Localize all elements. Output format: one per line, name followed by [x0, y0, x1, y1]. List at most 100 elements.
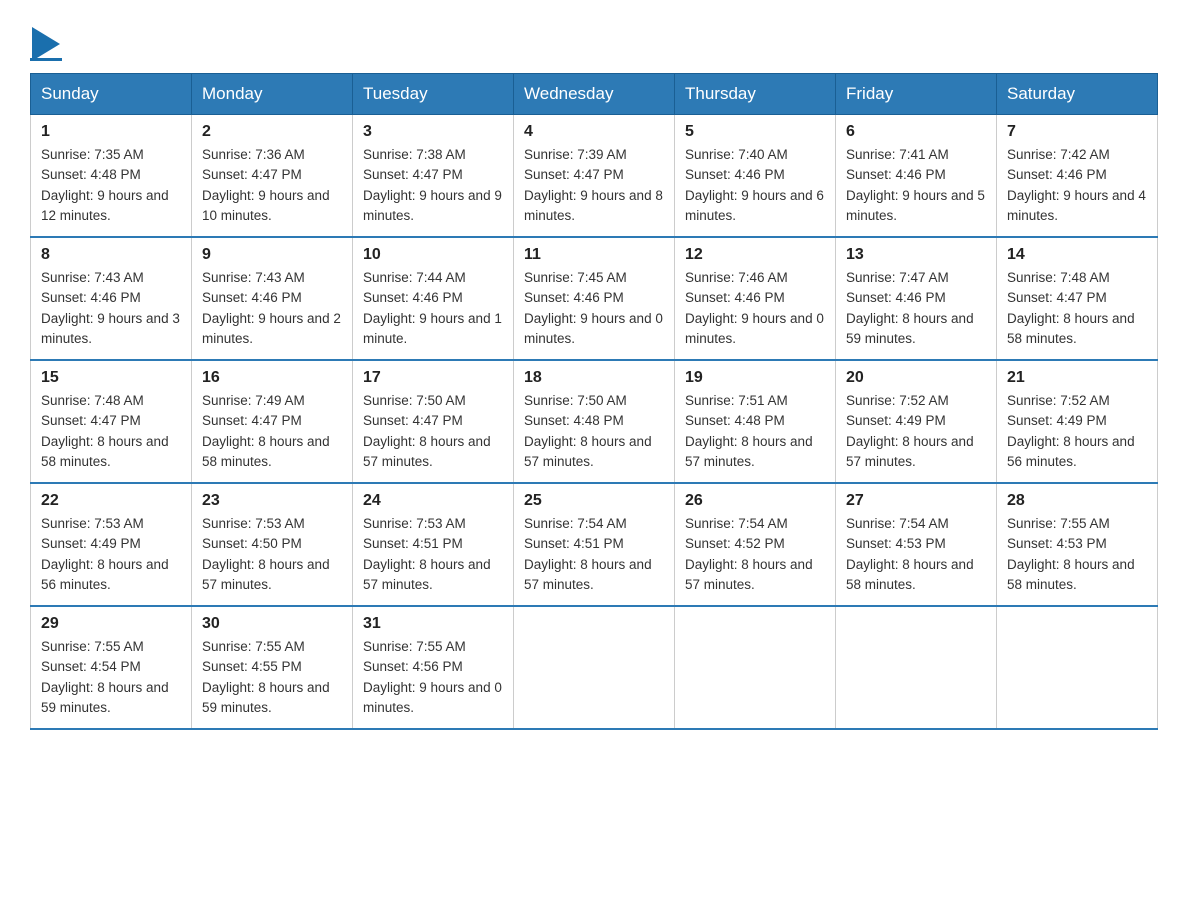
- calendar-cell: 28 Sunrise: 7:55 AMSunset: 4:53 PMDayligh…: [997, 483, 1158, 606]
- day-info: Sunrise: 7:39 AMSunset: 4:47 PMDaylight:…: [524, 145, 664, 226]
- day-number: 10: [363, 246, 503, 264]
- day-number: 7: [1007, 123, 1147, 141]
- logo-triangle-icon: [32, 27, 62, 61]
- calendar-cell: 12 Sunrise: 7:46 AMSunset: 4:46 PMDayligh…: [675, 237, 836, 360]
- day-number: 27: [846, 492, 986, 510]
- calendar-cell: [514, 606, 675, 729]
- day-info: Sunrise: 7:40 AMSunset: 4:46 PMDaylight:…: [685, 145, 825, 226]
- day-info: Sunrise: 7:52 AMSunset: 4:49 PMDaylight:…: [1007, 391, 1147, 472]
- day-number: 23: [202, 492, 342, 510]
- day-number: 31: [363, 615, 503, 633]
- day-info: Sunrise: 7:54 AMSunset: 4:53 PMDaylight:…: [846, 514, 986, 595]
- calendar-cell: 13Sunrise: 7:47 AMSunset: 4:46 PMDayligh…: [836, 237, 997, 360]
- day-number: 29: [41, 615, 181, 633]
- calendar-cell: 10 Sunrise: 7:44 AMSunset: 4:46 PMDayligh…: [353, 237, 514, 360]
- day-info: Sunrise: 7:50 AMSunset: 4:48 PMDaylight:…: [524, 391, 664, 472]
- calendar-cell: 6 Sunrise: 7:41 AMSunset: 4:46 PMDaylight…: [836, 115, 997, 238]
- day-info: Sunrise: 7:35 AMSunset: 4:48 PMDaylight:…: [41, 145, 181, 226]
- calendar-week-row: 8 Sunrise: 7:43 AMSunset: 4:46 PMDaylight…: [31, 237, 1158, 360]
- day-number: 19: [685, 369, 825, 387]
- day-info: Sunrise: 7:38 AMSunset: 4:47 PMDaylight:…: [363, 145, 503, 226]
- calendar-cell: 2 Sunrise: 7:36 AMSunset: 4:47 PMDaylight…: [192, 115, 353, 238]
- calendar-cell: [836, 606, 997, 729]
- day-number: 21: [1007, 369, 1147, 387]
- day-info: Sunrise: 7:44 AMSunset: 4:46 PMDaylight:…: [363, 268, 503, 349]
- calendar-cell: [997, 606, 1158, 729]
- day-info: Sunrise: 7:55 AMSunset: 4:56 PMDaylight:…: [363, 637, 503, 718]
- day-info: Sunrise: 7:48 AMSunset: 4:47 PMDaylight:…: [41, 391, 181, 472]
- day-info: Sunrise: 7:54 AMSunset: 4:52 PMDaylight:…: [685, 514, 825, 595]
- day-info: Sunrise: 7:46 AMSunset: 4:46 PMDaylight:…: [685, 268, 825, 349]
- calendar-cell: 3 Sunrise: 7:38 AMSunset: 4:47 PMDaylight…: [353, 115, 514, 238]
- day-info: Sunrise: 7:53 AMSunset: 4:50 PMDaylight:…: [202, 514, 342, 595]
- calendar-cell: 9Sunrise: 7:43 AMSunset: 4:46 PMDaylight…: [192, 237, 353, 360]
- logo: [30, 20, 62, 61]
- day-number: 4: [524, 123, 664, 141]
- calendar-week-row: 22Sunrise: 7:53 AMSunset: 4:49 PMDayligh…: [31, 483, 1158, 606]
- day-info: Sunrise: 7:54 AMSunset: 4:51 PMDaylight:…: [524, 514, 664, 595]
- calendar-cell: 24 Sunrise: 7:53 AMSunset: 4:51 PMDayligh…: [353, 483, 514, 606]
- day-info: Sunrise: 7:52 AMSunset: 4:49 PMDaylight:…: [846, 391, 986, 472]
- day-info: Sunrise: 7:36 AMSunset: 4:47 PMDaylight:…: [202, 145, 342, 226]
- calendar-table: SundayMondayTuesdayWednesdayThursdayFrid…: [30, 73, 1158, 730]
- calendar-cell: 25 Sunrise: 7:54 AMSunset: 4:51 PMDayligh…: [514, 483, 675, 606]
- day-number: 3: [363, 123, 503, 141]
- calendar-cell: 4 Sunrise: 7:39 AMSunset: 4:47 PMDaylight…: [514, 115, 675, 238]
- day-number: 17: [363, 369, 503, 387]
- day-number: 24: [363, 492, 503, 510]
- calendar-header-row: SundayMondayTuesdayWednesdayThursdayFrid…: [31, 74, 1158, 115]
- day-number: 8: [41, 246, 181, 264]
- calendar-week-row: 1 Sunrise: 7:35 AMSunset: 4:48 PMDaylight…: [31, 115, 1158, 238]
- day-number: 5: [685, 123, 825, 141]
- day-info: Sunrise: 7:41 AMSunset: 4:46 PMDaylight:…: [846, 145, 986, 226]
- calendar-cell: 22Sunrise: 7:53 AMSunset: 4:49 PMDayligh…: [31, 483, 192, 606]
- calendar-cell: [675, 606, 836, 729]
- day-number: 6: [846, 123, 986, 141]
- calendar-cell: 21 Sunrise: 7:52 AMSunset: 4:49 PMDayligh…: [997, 360, 1158, 483]
- day-number: 2: [202, 123, 342, 141]
- day-number: 1: [41, 123, 181, 141]
- day-number: 18: [524, 369, 664, 387]
- calendar-cell: 23 Sunrise: 7:53 AMSunset: 4:50 PMDayligh…: [192, 483, 353, 606]
- day-number: 16: [202, 369, 342, 387]
- calendar-week-row: 15 Sunrise: 7:48 AMSunset: 4:47 PMDayligh…: [31, 360, 1158, 483]
- calendar-cell: 18 Sunrise: 7:50 AMSunset: 4:48 PMDayligh…: [514, 360, 675, 483]
- calendar-cell: 1 Sunrise: 7:35 AMSunset: 4:48 PMDaylight…: [31, 115, 192, 238]
- calendar-week-row: 29 Sunrise: 7:55 AMSunset: 4:54 PMDayligh…: [31, 606, 1158, 729]
- header-saturday: Saturday: [997, 74, 1158, 115]
- day-info: Sunrise: 7:55 AMSunset: 4:55 PMDaylight:…: [202, 637, 342, 718]
- day-info: Sunrise: 7:45 AMSunset: 4:46 PMDaylight:…: [524, 268, 664, 349]
- day-info: Sunrise: 7:55 AMSunset: 4:53 PMDaylight:…: [1007, 514, 1147, 595]
- day-info: Sunrise: 7:53 AMSunset: 4:51 PMDaylight:…: [363, 514, 503, 595]
- calendar-cell: 30 Sunrise: 7:55 AMSunset: 4:55 PMDayligh…: [192, 606, 353, 729]
- day-info: Sunrise: 7:48 AMSunset: 4:47 PMDaylight:…: [1007, 268, 1147, 349]
- calendar-cell: 27 Sunrise: 7:54 AMSunset: 4:53 PMDayligh…: [836, 483, 997, 606]
- calendar-cell: 17 Sunrise: 7:50 AMSunset: 4:47 PMDayligh…: [353, 360, 514, 483]
- day-info: Sunrise: 7:50 AMSunset: 4:47 PMDaylight:…: [363, 391, 503, 472]
- day-number: 28: [1007, 492, 1147, 510]
- calendar-cell: 8 Sunrise: 7:43 AMSunset: 4:46 PMDaylight…: [31, 237, 192, 360]
- header-thursday: Thursday: [675, 74, 836, 115]
- calendar-cell: 5 Sunrise: 7:40 AMSunset: 4:46 PMDaylight…: [675, 115, 836, 238]
- calendar-cell: 11Sunrise: 7:45 AMSunset: 4:46 PMDayligh…: [514, 237, 675, 360]
- calendar-cell: 16 Sunrise: 7:49 AMSunset: 4:47 PMDayligh…: [192, 360, 353, 483]
- day-number: 30: [202, 615, 342, 633]
- header-monday: Monday: [192, 74, 353, 115]
- calendar-cell: 14Sunrise: 7:48 AMSunset: 4:47 PMDayligh…: [997, 237, 1158, 360]
- calendar-cell: 26 Sunrise: 7:54 AMSunset: 4:52 PMDayligh…: [675, 483, 836, 606]
- day-info: Sunrise: 7:55 AMSunset: 4:54 PMDaylight:…: [41, 637, 181, 718]
- day-number: 12: [685, 246, 825, 264]
- day-info: Sunrise: 7:53 AMSunset: 4:49 PMDaylight:…: [41, 514, 181, 595]
- day-number: 20: [846, 369, 986, 387]
- day-number: 9: [202, 246, 342, 264]
- day-number: 15: [41, 369, 181, 387]
- day-info: Sunrise: 7:49 AMSunset: 4:47 PMDaylight:…: [202, 391, 342, 472]
- day-number: 25: [524, 492, 664, 510]
- calendar-cell: 31 Sunrise: 7:55 AMSunset: 4:56 PMDayligh…: [353, 606, 514, 729]
- logo-underline: [30, 58, 62, 61]
- day-number: 26: [685, 492, 825, 510]
- calendar-cell: 29 Sunrise: 7:55 AMSunset: 4:54 PMDayligh…: [31, 606, 192, 729]
- day-info: Sunrise: 7:43 AMSunset: 4:46 PMDaylight:…: [41, 268, 181, 349]
- header-sunday: Sunday: [31, 74, 192, 115]
- calendar-cell: 20 Sunrise: 7:52 AMSunset: 4:49 PMDayligh…: [836, 360, 997, 483]
